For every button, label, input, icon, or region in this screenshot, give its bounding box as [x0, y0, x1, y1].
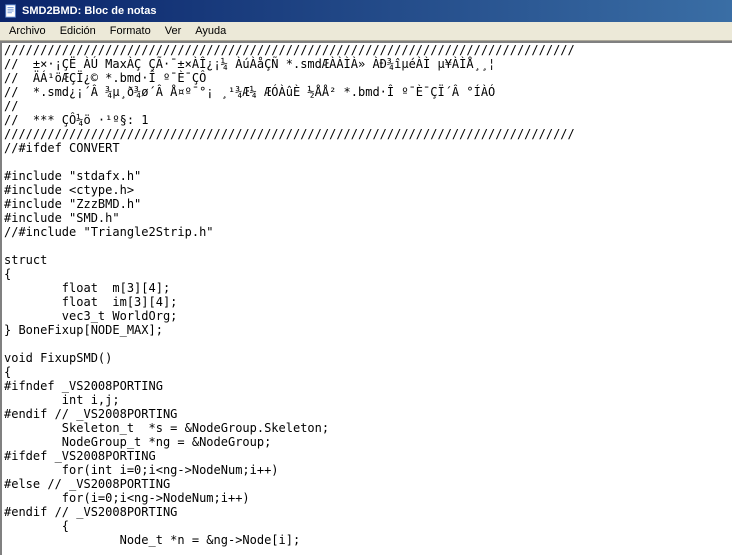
- menu-edicion[interactable]: Edición: [53, 23, 103, 39]
- window-title: SMD2BMD: Bloc de notas: [22, 5, 156, 17]
- titlebar: SMD2BMD: Bloc de notas: [0, 0, 732, 22]
- menu-ayuda[interactable]: Ayuda: [188, 23, 233, 39]
- menu-ver[interactable]: Ver: [158, 23, 189, 39]
- menubar: Archivo Edición Formato Ver Ayuda: [0, 22, 732, 41]
- menu-formato[interactable]: Formato: [103, 23, 158, 39]
- editor-text[interactable]: ////////////////////////////////////////…: [2, 43, 732, 555]
- notepad-icon: [4, 4, 18, 18]
- editor-area[interactable]: ////////////////////////////////////////…: [0, 41, 732, 555]
- menu-archivo[interactable]: Archivo: [2, 23, 53, 39]
